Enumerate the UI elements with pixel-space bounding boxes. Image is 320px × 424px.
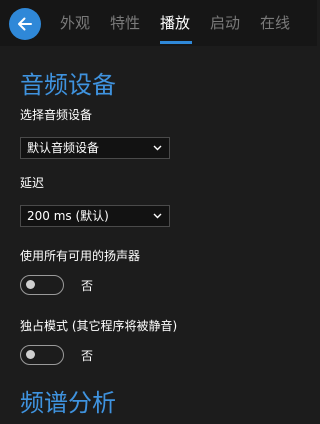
active-tab-indicator	[160, 41, 192, 44]
exclusive-mode-state: 否	[81, 349, 94, 363]
tab-features[interactable]: 特性	[110, 13, 140, 33]
latency-select[interactable]: 200 ms (默认)	[20, 205, 170, 227]
toggle-knob	[26, 280, 35, 289]
exclusive-mode-label: 独占模式 (其它程序将被静音)	[20, 319, 178, 333]
device-select[interactable]: 默认音频设备	[20, 137, 170, 159]
chevron-down-icon	[153, 145, 162, 151]
spectrum-analysis-heading: 频谱分析	[20, 389, 116, 417]
all-speakers-state: 否	[81, 279, 94, 293]
tab-appearance[interactable]: 外观	[60, 13, 90, 33]
toggle-knob	[26, 350, 35, 359]
tab-playback[interactable]: 播放	[160, 13, 190, 33]
exclusive-mode-toggle[interactable]	[20, 345, 64, 365]
device-select-value: 默认音频设备	[27, 141, 100, 155]
audio-device-heading: 音频设备	[20, 71, 116, 99]
chevron-down-icon	[153, 213, 162, 219]
latency-label: 延迟	[20, 176, 45, 190]
device-select-label: 选择音频设备	[20, 108, 93, 122]
all-speakers-toggle[interactable]	[20, 275, 64, 295]
tab-online[interactable]: 在线	[260, 13, 290, 33]
latency-select-value: 200 ms (默认)	[27, 209, 109, 223]
arrow-left-icon	[18, 17, 32, 31]
back-button[interactable]	[9, 8, 41, 40]
all-speakers-label: 使用所有可用的扬声器	[20, 249, 141, 263]
top-nav-bar: 外观 特性 播放 启动 在线	[0, 0, 317, 46]
tab-startup[interactable]: 启动	[210, 13, 240, 33]
